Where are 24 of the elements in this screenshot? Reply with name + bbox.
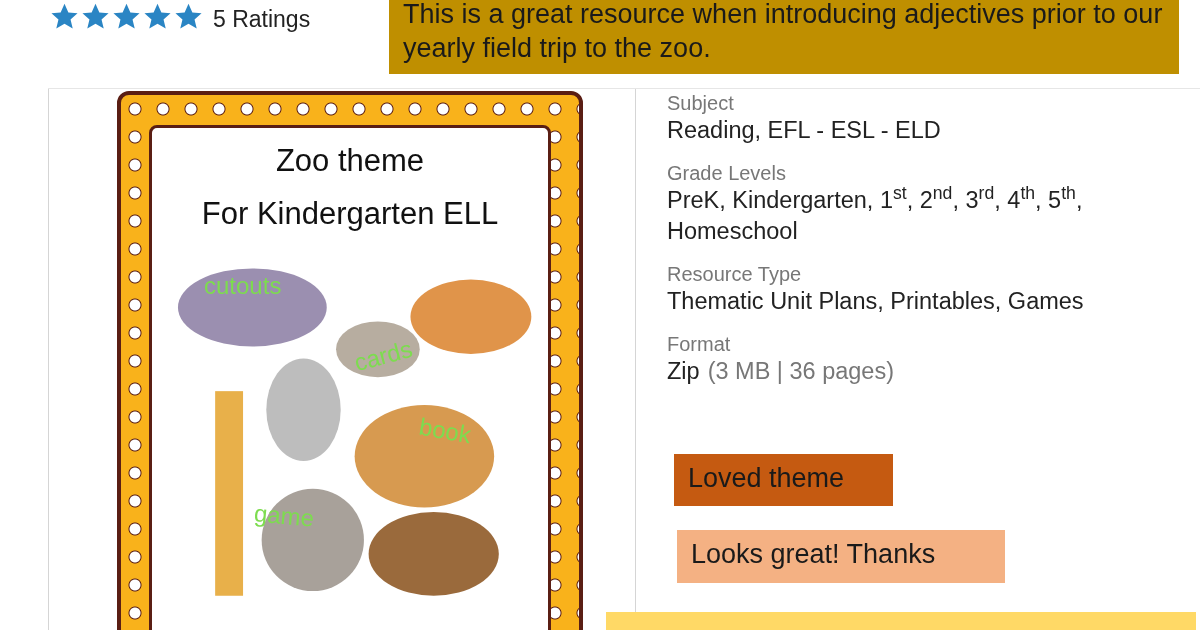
detail-label: Resource Type xyxy=(667,262,803,287)
file-info: (3 MB | 36 pages) xyxy=(707,357,894,384)
cover-label: book xyxy=(416,412,474,451)
detail-value: Thematic Unit Plans, Printables, Games xyxy=(667,287,1085,317)
star-icon xyxy=(112,2,141,31)
detail-value: Reading, EFL - ESL - ELD xyxy=(667,116,942,145)
star-icon xyxy=(50,2,79,31)
cover-title: Zoo theme xyxy=(274,142,426,180)
detail-value: PreK, Kindergarten, 1$^{st}$, 2$^{nd}$, 3$^{rd}$, 4$^{th}$, 5$^{th}$, Homeschool xyxy=(667,184,1084,247)
cover-subtitle: For Kindergarten ELL xyxy=(200,195,500,233)
star-icon xyxy=(143,2,172,31)
comment-note: This is a great resource when introducing adjectives prior to our yearly field trip to the zoo. xyxy=(389,0,1179,74)
cover-label: game xyxy=(252,498,316,534)
star-icon xyxy=(81,2,110,31)
comment-note: Loved theme xyxy=(674,454,893,506)
comment-note: Looks great! Thanks xyxy=(677,530,1005,583)
cover-label: cards xyxy=(350,334,417,379)
ratings-count: 5 Ratings xyxy=(213,5,311,34)
cover-label: cutouts xyxy=(204,271,282,302)
detail-label: Grade Levels xyxy=(667,160,787,185)
star-icon xyxy=(174,2,203,31)
detail-label: Format xyxy=(667,331,732,356)
detail-label: Subject xyxy=(667,91,735,115)
detail-value: Zip xyxy=(667,357,700,384)
